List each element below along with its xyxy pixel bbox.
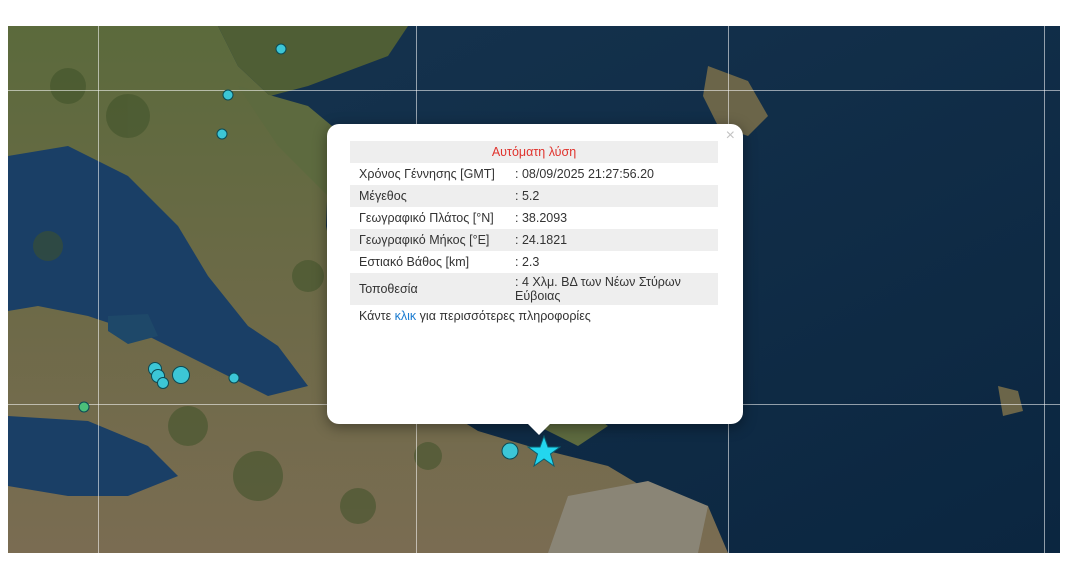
close-icon[interactable]: ×	[726, 128, 735, 144]
graticule-line	[8, 90, 1060, 91]
earthquake-marker[interactable]	[501, 442, 519, 460]
origin-time-label: Χρόνος Γέννησης [GMT]	[359, 167, 495, 181]
star-icon[interactable]	[527, 435, 561, 467]
earthquake-marker[interactable]	[157, 377, 169, 389]
graticule-line	[1044, 26, 1045, 553]
more-info-text: Κάντε κλικ για περισσότερες πληροφορίες	[350, 305, 718, 327]
magnitude-value: : 5.2	[506, 185, 718, 207]
magnitude-label: Μέγεθος	[350, 185, 506, 207]
more-info-suffix: για περισσότερες πληροφορίες	[416, 309, 591, 323]
depth-value: : 2.3	[515, 255, 540, 269]
longitude-value: : 24.1821	[506, 229, 718, 251]
popup-title: Αυτόματη λύση	[350, 141, 718, 163]
latitude-label: Γεωγραφικό Πλάτος [°N]	[359, 211, 494, 225]
location-label: Τοποθεσία	[350, 273, 506, 305]
earthquake-marker[interactable]	[216, 128, 228, 140]
depth-label: Εστιακό Βάθος [km]	[359, 255, 470, 269]
origin-time-value: : 08/09/2025 21:27:56.20	[515, 167, 655, 181]
earthquake-marker[interactable]	[275, 43, 287, 55]
more-info-prefix: Κάντε	[359, 309, 395, 323]
earthquake-marker[interactable]	[78, 401, 90, 413]
longitude-label: Γεωγραφικό Μήκος [°E]	[350, 229, 506, 251]
more-info-link[interactable]: κλικ	[395, 309, 417, 323]
earthquake-info-popup: × Αυτόματη λύση Χρόνος Γέννησης [GMT] : …	[327, 124, 743, 435]
graticule-line	[98, 26, 99, 553]
earthquake-marker[interactable]	[172, 366, 190, 384]
earthquake-marker[interactable]	[228, 372, 240, 384]
earthquake-marker[interactable]	[222, 89, 234, 101]
earthquake-info-table: Αυτόματη λύση Χρόνος Γέννησης [GMT] : 08…	[350, 141, 718, 327]
popup-pointer	[527, 423, 551, 435]
location-value: : 4 Χλμ. ΒΔ των Νέων Στύρων Εύβοιας	[506, 273, 718, 305]
latitude-value: : 38.2093	[515, 211, 568, 225]
